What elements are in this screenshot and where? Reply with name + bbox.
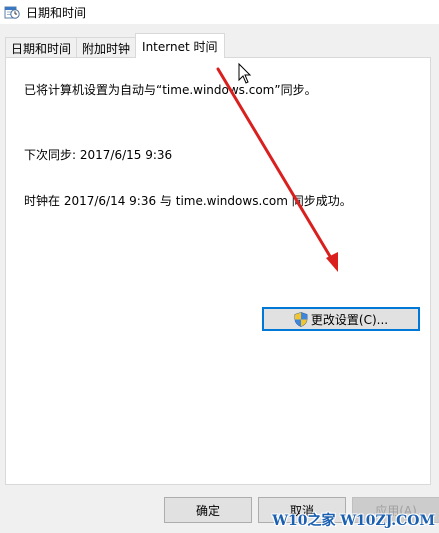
ok-button[interactable]: 确定	[164, 497, 252, 523]
date-time-dialog: 日期和时间 日期和时间 附加时钟 Internet 时间 已将计算机设置为自动与…	[0, 0, 439, 533]
last-sync-text: 时钟在 2017/6/14 9:36 与 time.windows.com 同步…	[24, 194, 352, 208]
tab-label: Internet 时间	[142, 39, 218, 54]
change-settings-button[interactable]: 更改设置(C)...	[262, 307, 420, 331]
title-bar: 日期和时间	[0, 0, 439, 24]
tab-label: 附加时钟	[82, 41, 131, 56]
next-sync-text: 下次同步: 2017/6/15 9:36	[24, 148, 173, 162]
uac-shield-icon	[294, 311, 308, 327]
tab-label: 日期和时间	[11, 41, 72, 56]
window-title: 日期和时间	[26, 5, 87, 20]
tab-additional-clocks[interactable]: 附加时钟	[76, 37, 137, 58]
tab-strip: 日期和时间 附加时钟 Internet 时间	[5, 33, 225, 58]
sync-status-text: 已将计算机设置为自动与“time.windows.com”同步。	[24, 83, 317, 97]
internet-time-panel: 已将计算机设置为自动与“time.windows.com”同步。 下次同步: 2…	[5, 57, 431, 485]
watermark: W10之家 W10ZJ.COM	[272, 513, 435, 529]
change-settings-label: 更改设置(C)...	[310, 312, 389, 327]
clock-calendar-icon	[4, 6, 20, 19]
tab-internet-time[interactable]: Internet 时间	[135, 33, 225, 58]
tab-date-time[interactable]: 日期和时间	[5, 37, 78, 58]
ok-label: 确定	[195, 503, 220, 518]
